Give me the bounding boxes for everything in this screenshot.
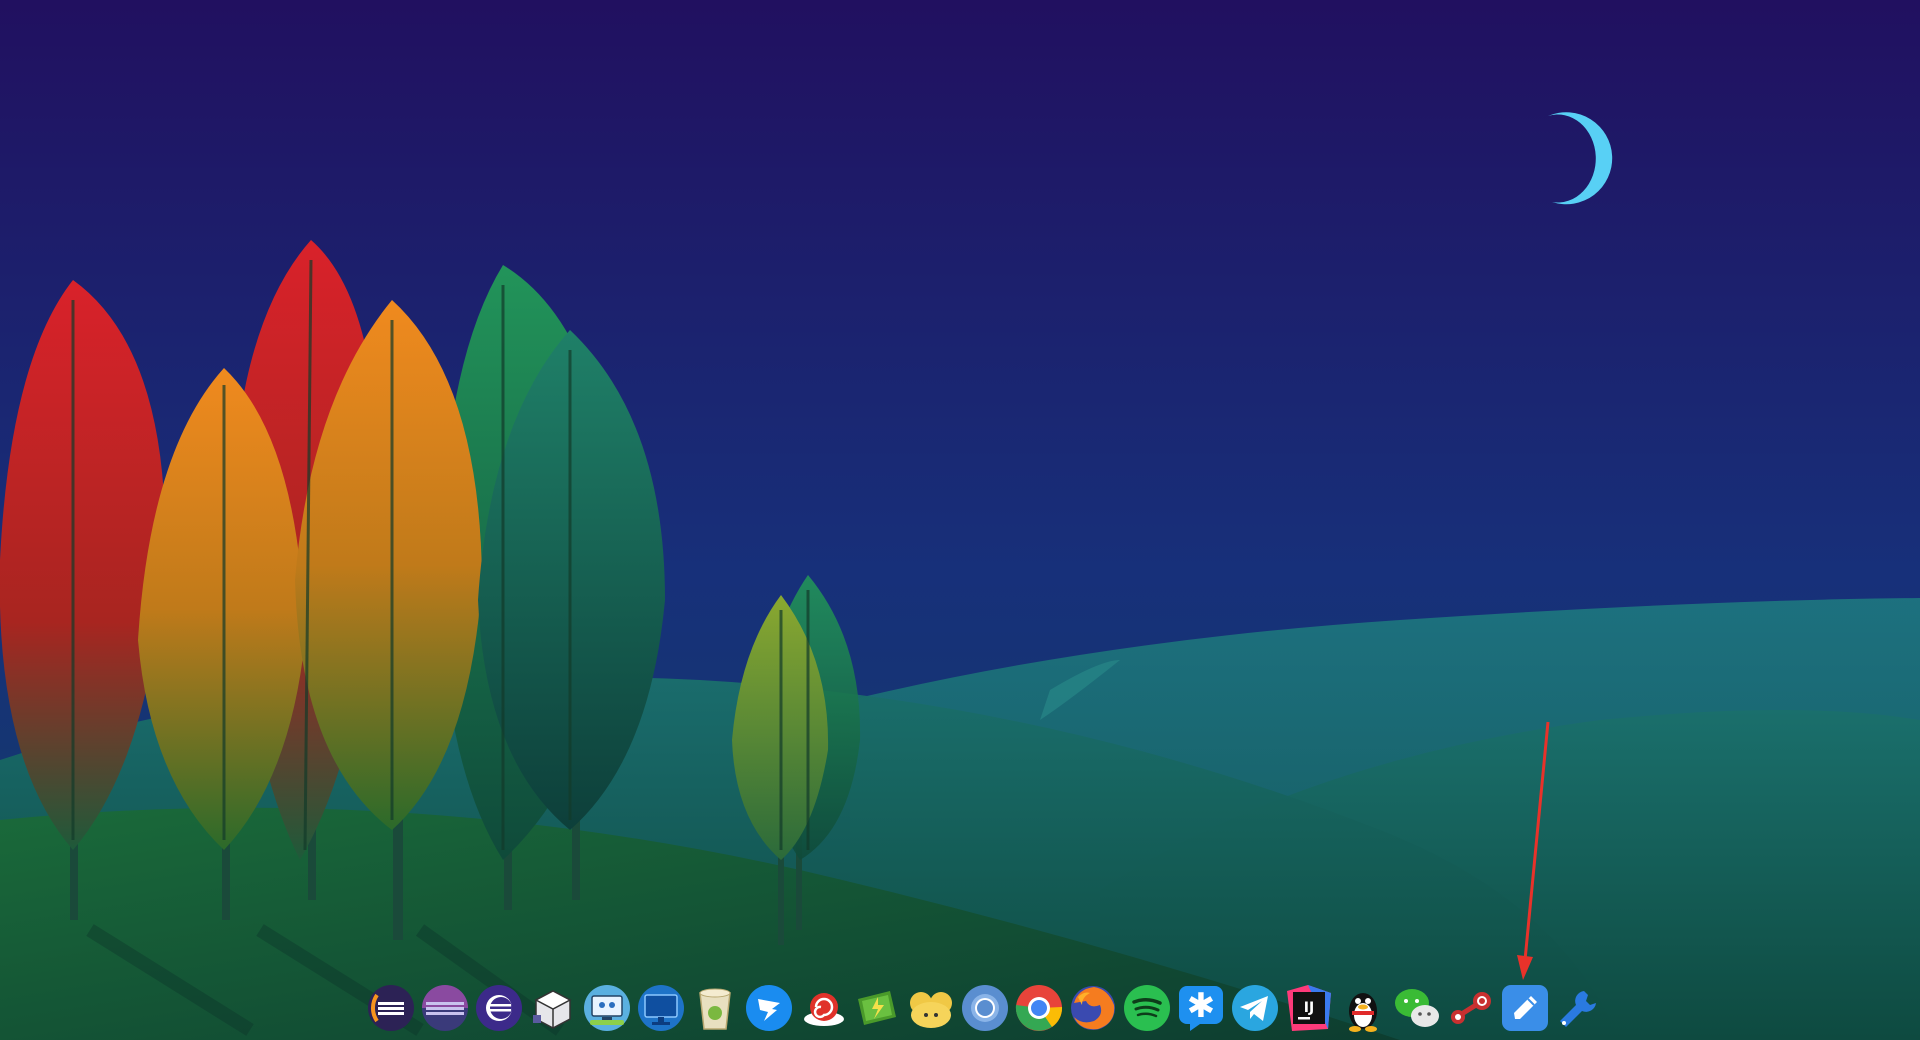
remote-desktop-icon[interactable] xyxy=(582,983,632,1033)
virtualbox-cube-icon[interactable] xyxy=(528,983,578,1033)
trash-can-icon[interactable] xyxy=(690,983,740,1033)
svg-text:✱: ✱ xyxy=(1187,986,1216,1026)
dingtalk-icon[interactable] xyxy=(744,983,794,1033)
svg-text:IJ: IJ xyxy=(1304,1000,1314,1016)
desktop[interactable]: ✱ IJ xyxy=(0,0,1920,1040)
text-editor-icon[interactable] xyxy=(1500,983,1550,1033)
eclipse-alt-icon[interactable] xyxy=(420,983,470,1033)
battery-tool-icon[interactable] xyxy=(852,983,902,1033)
chrome-icon[interactable] xyxy=(1014,983,1064,1033)
eclipse-icon[interactable] xyxy=(366,983,416,1033)
firefox-icon[interactable] xyxy=(1068,983,1118,1033)
wallpaper xyxy=(0,0,1920,1040)
intellij-icon[interactable]: IJ xyxy=(1284,983,1334,1033)
settings-wrench-icon[interactable] xyxy=(1554,983,1604,1033)
qq-penguin-icon[interactable] xyxy=(1338,983,1388,1033)
monitor-icon[interactable] xyxy=(636,983,686,1033)
eclipse-purple-icon[interactable] xyxy=(474,983,524,1033)
telegram-icon[interactable] xyxy=(1230,983,1280,1033)
wechat-icon[interactable] xyxy=(1392,983,1442,1033)
spotify-icon[interactable] xyxy=(1122,983,1172,1033)
steam-icon[interactable] xyxy=(1446,983,1496,1033)
sheep-clouds-icon[interactable] xyxy=(906,983,956,1033)
chromium-icon[interactable] xyxy=(960,983,1010,1033)
dock: ✱ IJ xyxy=(366,976,1616,1040)
star-chat-icon[interactable]: ✱ xyxy=(1176,983,1226,1033)
snail-icon[interactable] xyxy=(798,983,848,1033)
